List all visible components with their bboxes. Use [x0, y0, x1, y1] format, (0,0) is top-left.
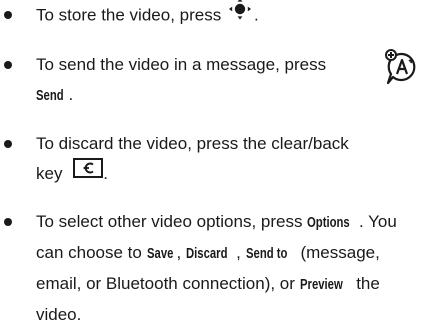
bullet — [4, 61, 12, 69]
item-text: To select other video options, press Opt… — [36, 207, 397, 330]
item-text: To store the video, press . — [36, 0, 259, 32]
list-item-discard: To discard the video, press the clear/ba… — [0, 129, 428, 189]
discard-key-label: Discard — [185, 246, 228, 262]
item-text: To send the video in a message, press Se… — [36, 50, 326, 111]
list-item-send: To send the video in a message, press Se… — [0, 50, 428, 110]
item-text: To discard the video, press the clear/ba… — [36, 129, 349, 190]
preview-key-label: Preview — [299, 277, 343, 293]
nav-center-key-icon — [228, 0, 252, 30]
list-item-store: To store the video, press . — [0, 0, 428, 30]
send-to-key-label: Send to — [245, 246, 288, 262]
send-key-label: Send — [36, 88, 64, 104]
bullet — [4, 11, 12, 19]
bullet — [4, 140, 12, 148]
messaging-network-icon — [384, 48, 418, 98]
list-item-options: To select other video options, press Opt… — [0, 207, 428, 327]
options-key-label: Options — [307, 215, 350, 231]
clear-back-key-icon — [73, 157, 104, 188]
bullet — [4, 218, 12, 226]
save-key-label: Save — [146, 246, 174, 262]
